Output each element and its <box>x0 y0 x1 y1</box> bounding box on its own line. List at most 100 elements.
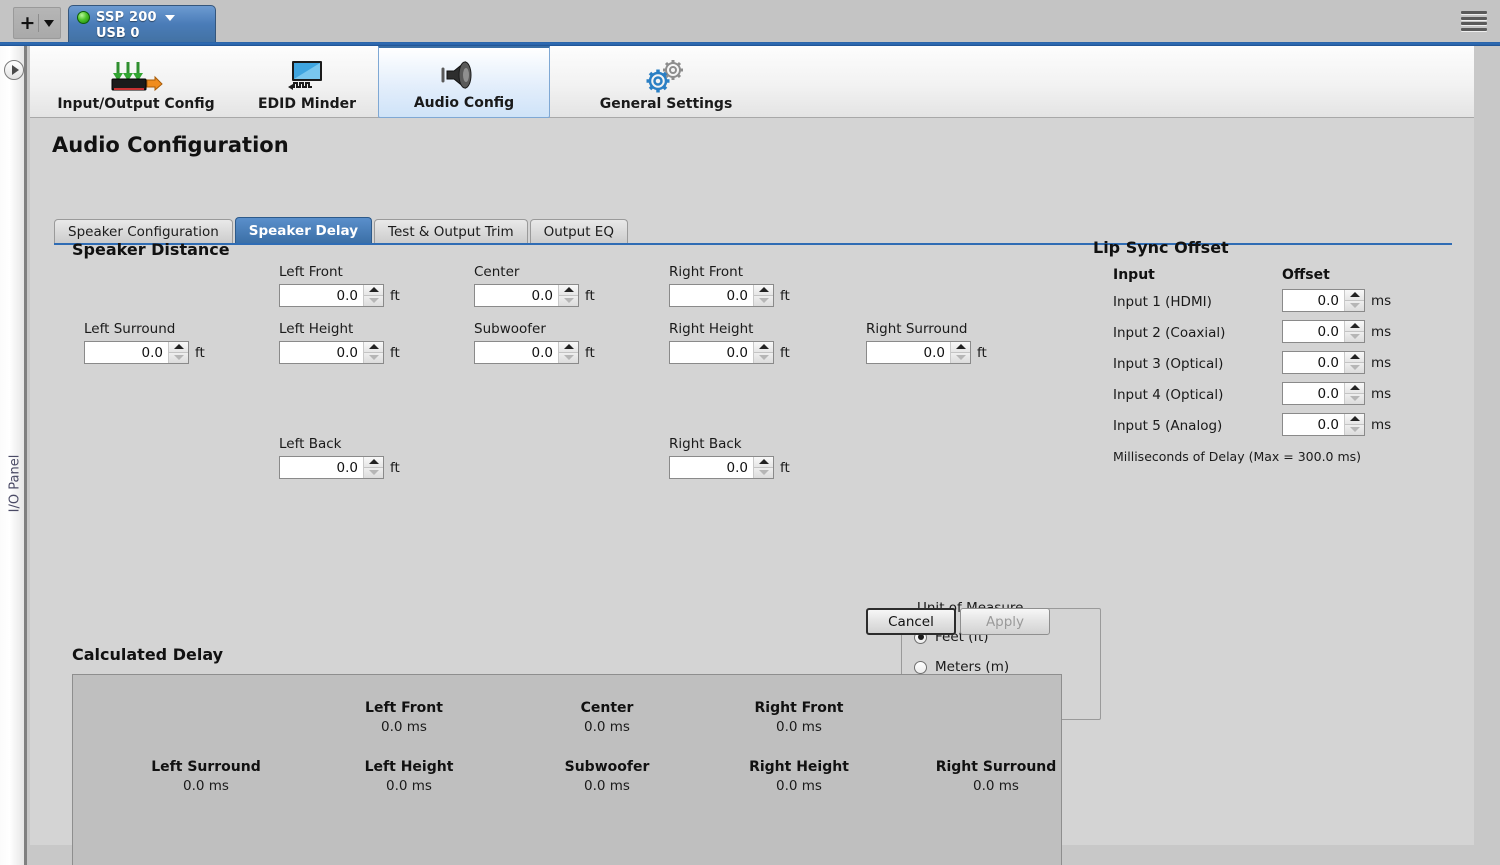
spinner-down-button[interactable] <box>1345 394 1364 405</box>
calc-value: 0.0 ms <box>749 778 849 794</box>
field-unit: ft <box>780 460 790 476</box>
field-unit: ft <box>780 288 790 304</box>
ribbon-item-audio-config[interactable]: Audio Config <box>378 46 550 118</box>
radio-meters[interactable]: Meters (m) <box>914 659 1009 675</box>
speaker-distance-heading: Speaker Distance <box>72 240 230 259</box>
display-icon <box>277 59 337 93</box>
add-device-button[interactable]: + <box>13 7 61 39</box>
subwoofer-value[interactable]: 0.0 <box>475 342 559 363</box>
spinner-down-button[interactable] <box>1345 425 1364 436</box>
calc-value: 0.0 ms <box>151 778 261 794</box>
calc-cell-left-surround: Left Surround 0.0 ms <box>151 759 261 794</box>
spinner-up-button[interactable] <box>364 342 383 353</box>
field-label: Left Surround <box>84 321 205 337</box>
input-1-offset-spinner[interactable]: 0.0 <box>1282 289 1365 312</box>
right-height-value[interactable]: 0.0 <box>670 342 754 363</box>
left-surround-value[interactable]: 0.0 <box>85 342 169 363</box>
spinner-up-button[interactable] <box>1345 383 1364 394</box>
io-panel-rail[interactable]: I/O Panel <box>0 46 27 865</box>
right-back-spinner[interactable]: 0.0 <box>669 456 774 479</box>
input-1-offset-value[interactable]: 0.0 <box>1283 290 1345 311</box>
input-2-offset-value[interactable]: 0.0 <box>1283 321 1345 342</box>
left-back-spinner[interactable]: 0.0 <box>279 456 384 479</box>
left-height-value[interactable]: 0.0 <box>280 342 364 363</box>
spinner-up-button[interactable] <box>754 342 773 353</box>
center-value[interactable]: 0.0 <box>475 285 559 306</box>
tab-test-output-trim[interactable]: Test & Output Trim <box>374 219 528 244</box>
device-tab-ssp200[interactable]: SSP 200 USB 0 <box>68 5 216 46</box>
right-height-spinner[interactable]: 0.0 <box>669 341 774 364</box>
spinner-up-button[interactable] <box>1345 414 1364 425</box>
spinner-up-button[interactable] <box>1345 352 1364 363</box>
right-surround-spinner[interactable]: 0.0 <box>866 341 971 364</box>
center-spinner[interactable]: 0.0 <box>474 284 579 307</box>
tab-output-eq[interactable]: Output EQ <box>530 219 628 244</box>
spinner-down-button[interactable] <box>559 296 578 307</box>
spinner-up-button[interactable] <box>1345 290 1364 301</box>
calc-name: Right Surround <box>936 759 1057 775</box>
spinner-up-button[interactable] <box>754 285 773 296</box>
spinner-down-button[interactable] <box>559 353 578 364</box>
right-front-value[interactable]: 0.0 <box>670 285 754 306</box>
lip-sync-row-1: 0.0 ms <box>1282 289 1391 312</box>
ribbon-item-input-output-config[interactable]: Input/Output Config <box>36 46 236 118</box>
cancel-button[interactable]: Cancel <box>866 608 956 635</box>
spinner-down-button[interactable] <box>1345 332 1364 343</box>
spinner-up-button[interactable] <box>169 342 188 353</box>
spinner-down-button[interactable] <box>1345 363 1364 374</box>
spinner-down-button[interactable] <box>754 296 773 307</box>
input-5-offset-spinner[interactable]: 0.0 <box>1282 413 1365 436</box>
chevron-down-icon[interactable] <box>165 15 175 21</box>
spinner-up-button[interactable] <box>754 457 773 468</box>
calc-value: 0.0 ms <box>365 778 454 794</box>
right-front-spinner[interactable]: 0.0 <box>669 284 774 307</box>
apply-button[interactable]: Apply <box>960 608 1050 635</box>
field-unit: ft <box>780 345 790 361</box>
radio-button-icon[interactable] <box>914 661 927 674</box>
expand-panel-icon[interactable] <box>4 60 24 80</box>
spinner-down-button[interactable] <box>364 468 383 479</box>
spinner-buttons <box>364 285 383 306</box>
lip-sync-label-input-4: Input 4 (Optical) <box>1113 387 1223 403</box>
ribbon-item-general-settings[interactable]: General Settings <box>586 46 746 118</box>
spinner-up-button[interactable] <box>951 342 970 353</box>
subwoofer-spinner[interactable]: 0.0 <box>474 341 579 364</box>
spinner-down-button[interactable] <box>364 296 383 307</box>
left-height-spinner[interactable]: 0.0 <box>279 341 384 364</box>
chevron-down-icon[interactable] <box>44 20 54 27</box>
input-3-offset-value[interactable]: 0.0 <box>1283 352 1345 373</box>
spinner-up-button[interactable] <box>559 285 578 296</box>
spinner-down-button[interactable] <box>1345 301 1364 312</box>
spinner-up-button[interactable] <box>1345 321 1364 332</box>
input-3-offset-spinner[interactable]: 0.0 <box>1282 351 1365 374</box>
spinner-down-button[interactable] <box>754 468 773 479</box>
input-5-offset-value[interactable]: 0.0 <box>1283 414 1345 435</box>
spinner-down-button[interactable] <box>169 353 188 364</box>
spinner-down-button[interactable] <box>364 353 383 364</box>
spinner-up-button[interactable] <box>364 457 383 468</box>
menu-icon[interactable] <box>1461 10 1487 32</box>
spinner-down-button[interactable] <box>951 353 970 364</box>
caret-up-icon <box>1350 354 1360 359</box>
right-surround-value[interactable]: 0.0 <box>867 342 951 363</box>
left-surround-spinner[interactable]: 0.0 <box>84 341 189 364</box>
calc-cell-right-front: Right Front 0.0 ms <box>755 700 844 735</box>
input-2-offset-spinner[interactable]: 0.0 <box>1282 320 1365 343</box>
calc-value: 0.0 ms <box>365 719 443 735</box>
input-4-offset-value[interactable]: 0.0 <box>1283 383 1345 404</box>
spinner-down-button[interactable] <box>754 353 773 364</box>
spinner-up-button[interactable] <box>364 285 383 296</box>
left-back-value[interactable]: 0.0 <box>280 457 364 478</box>
left-front-spinner[interactable]: 0.0 <box>279 284 384 307</box>
right-back-value[interactable]: 0.0 <box>670 457 754 478</box>
tab-speaker-delay[interactable]: Speaker Delay <box>235 217 372 244</box>
lip-sync-row-2: 0.0 ms <box>1282 320 1391 343</box>
field-unit: ft <box>977 345 987 361</box>
input-4-offset-spinner[interactable]: 0.0 <box>1282 382 1365 405</box>
caret-down-icon <box>1350 365 1360 370</box>
field-right-back: Right Back 0.0 ft <box>669 436 790 479</box>
spinner-up-button[interactable] <box>559 342 578 353</box>
ribbon-item-edid-minder[interactable]: EDID Minder <box>242 46 372 118</box>
calc-cell-right-surround: Right Surround 0.0 ms <box>936 759 1057 794</box>
left-front-value[interactable]: 0.0 <box>280 285 364 306</box>
